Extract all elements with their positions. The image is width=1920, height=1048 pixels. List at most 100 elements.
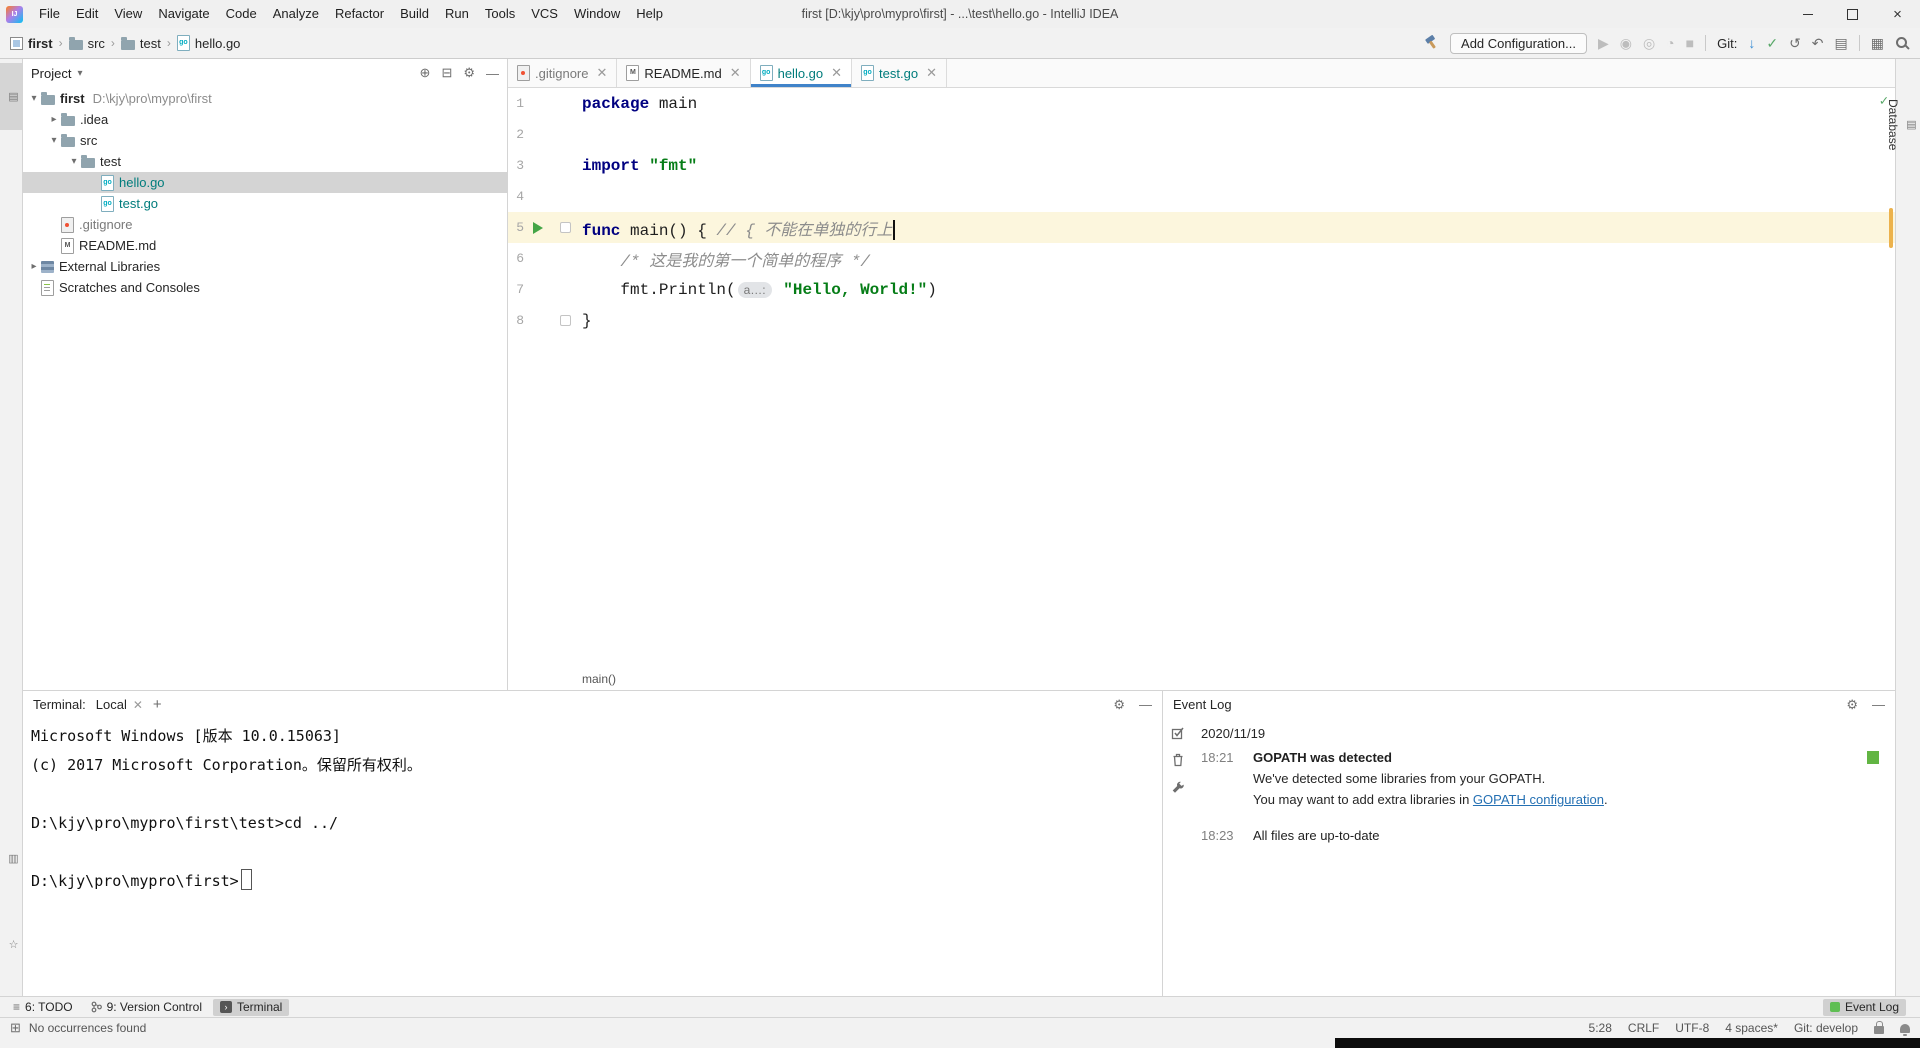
close-icon[interactable]: ✕ — [133, 698, 143, 712]
close-button[interactable]: × — [1875, 0, 1920, 28]
code-line-1[interactable]: 1 package main — [508, 88, 1895, 119]
editor-tab-gitignore[interactable]: .gitignore ✕ — [508, 59, 618, 87]
settings-gear-icon[interactable]: ⚙ — [1846, 697, 1858, 713]
tree-item-external-libraries[interactable]: ▸ External Libraries — [23, 256, 507, 277]
code-line-3[interactable]: 3 import "fmt" — [508, 150, 1895, 181]
layout-icon[interactable]: ▦ — [1871, 36, 1884, 50]
menu-refactor[interactable]: Refactor — [327, 0, 392, 28]
gopath-configuration-link[interactable]: GOPATH configuration — [1473, 792, 1604, 807]
git-rollback-icon[interactable]: ↶ — [1812, 36, 1824, 50]
tree-item-test[interactable]: ▾ test — [23, 151, 507, 172]
git-shelf-icon[interactable]: ▤ — [1835, 36, 1848, 50]
minimize-icon[interactable]: — — [1139, 697, 1152, 712]
tree-item-idea[interactable]: ▸ .idea — [23, 109, 507, 130]
tree-item-readme-md[interactable]: README.md — [23, 235, 507, 256]
settings-gear-icon[interactable]: ⚙ — [1113, 697, 1125, 713]
coverage-icon[interactable]: ◎ — [1643, 36, 1655, 50]
close-icon[interactable]: ✕ — [596, 65, 607, 81]
tool-window-button-terminal[interactable]: › Terminal — [212, 998, 290, 1016]
chevron-down-icon[interactable]: ▾ — [77, 68, 82, 79]
tool-stripe-button-2-favorites[interactable]: ☆ 2: Favorites — [0, 905, 22, 984]
profiler-icon[interactable]: ◔ — [1666, 36, 1674, 50]
chevron-collapsed-icon[interactable]: ▸ — [27, 261, 41, 272]
tool-window-button-6-todo[interactable]: ≡ 6: TODO — [6, 999, 80, 1016]
editor-tab-test-go[interactable]: go test.go ✕ — [852, 59, 947, 87]
readonly-lock-icon[interactable] — [1874, 1021, 1884, 1034]
tree-item-hello-go[interactable]: go hello.go — [23, 172, 507, 193]
settings-wrench-icon[interactable] — [1171, 780, 1185, 794]
menu-file[interactable]: File — [31, 0, 68, 28]
terminal-output[interactable]: Microsoft Windows [版本 10.0.15063] (c) 201… — [23, 718, 1162, 1000]
code-line-6[interactable]: 6 /* 这是我的第一个简单的程序 */ — [508, 243, 1895, 274]
clear-all-trash-icon[interactable] — [1171, 753, 1185, 767]
git-commit-icon[interactable]: ✓ — [1766, 36, 1778, 50]
tool-window-button-9-version-control[interactable]: 9: Version Control — [84, 999, 209, 1016]
file-encoding[interactable]: UTF-8 — [1675, 1021, 1709, 1035]
inspection-ok-icon[interactable]: ✓ — [1880, 93, 1888, 110]
tree-item-first[interactable]: ▾ first D:\kjy\pro\mypro\first — [23, 88, 507, 109]
breadcrumb-scope[interactable]: main() — [582, 672, 616, 686]
close-icon[interactable]: ✕ — [730, 65, 741, 81]
editor-tab-hello-go[interactable]: go hello.go ✕ — [750, 59, 853, 87]
chevron-expanded-icon[interactable]: ▾ — [47, 135, 61, 146]
build-hammer-icon[interactable] — [1423, 35, 1439, 51]
hide-panel-icon[interactable]: — — [486, 66, 499, 81]
git-branch[interactable]: Git: develop — [1794, 1021, 1858, 1035]
editor-pane[interactable]: 1 package main 2 3 import "fmt" 4 5 func main()… — [508, 88, 1895, 668]
tool-stripe-button-1-project[interactable]: ▤ 1: Project — [0, 63, 22, 130]
code-line-2[interactable]: 2 — [508, 119, 1895, 150]
line-separator[interactable]: CRLF — [1628, 1021, 1659, 1035]
menu-vcs[interactable]: VCS — [523, 0, 566, 28]
minimize-icon[interactable]: — — [1872, 697, 1885, 712]
terminal-tab-local[interactable]: Local ✕ — [96, 697, 143, 712]
scrollbar-change-marker[interactable] — [1889, 208, 1893, 248]
code-line-4[interactable]: 4 — [508, 181, 1895, 212]
minimize-button[interactable] — [1785, 0, 1830, 28]
breadcrumb-item-first[interactable]: first — [10, 36, 53, 51]
menu-navigate[interactable]: Navigate — [150, 0, 217, 28]
run-icon[interactable]: ▶ — [1598, 36, 1609, 50]
indent-style[interactable]: 4 spaces* — [1725, 1021, 1778, 1035]
code-line-8[interactable]: 8} — [508, 305, 1895, 336]
menu-build[interactable]: Build — [392, 0, 437, 28]
search-everywhere-icon[interactable] — [1895, 36, 1910, 51]
menu-run[interactable]: Run — [437, 0, 477, 28]
caret-position[interactable]: 5:28 — [1589, 1021, 1612, 1035]
add-configuration-button[interactable]: Add Configuration... — [1450, 32, 1587, 54]
tree-item-gitignore[interactable]: .gitignore — [23, 214, 507, 235]
maximize-button[interactable] — [1830, 0, 1875, 28]
close-icon[interactable]: ✕ — [926, 65, 937, 81]
chevron-expanded-icon[interactable]: ▾ — [67, 156, 81, 167]
tool-stripe-button-database[interactable]: ▤ Database — [1886, 91, 1920, 158]
code-line-5[interactable]: 5 func main() { // { 不能在单独的行上 — [508, 212, 1895, 243]
tool-stripe-button-7-structure[interactable]: ▥ 7: Structure — [0, 819, 22, 897]
menu-tools[interactable]: Tools — [477, 0, 523, 28]
collapse-all-icon[interactable]: ⊟ — [441, 65, 452, 81]
git-update-icon[interactable]: ↓ — [1748, 36, 1755, 50]
tool-window-button-event-log[interactable]: Event Log — [1822, 998, 1906, 1016]
locate-file-icon[interactable]: ⊕ — [420, 65, 431, 81]
close-icon[interactable]: ✕ — [831, 65, 842, 81]
code-line-7[interactable]: 7 fmt.Println(a…: "Hello, World!") — [508, 274, 1895, 305]
chevron-collapsed-icon[interactable]: ▸ — [47, 114, 61, 125]
new-session-icon[interactable]: + — [153, 696, 162, 713]
breadcrumb-item-test[interactable]: test — [120, 36, 161, 51]
project-panel-title[interactable]: Project — [31, 66, 71, 81]
settings-gear-icon[interactable]: ⚙ — [463, 65, 475, 81]
menu-view[interactable]: View — [106, 0, 150, 28]
chevron-expanded-icon[interactable]: ▾ — [27, 93, 41, 104]
tool-window-switcher-icon[interactable]: ⊞ — [10, 1020, 21, 1036]
breadcrumb-item-src[interactable]: src — [68, 36, 105, 51]
menu-window[interactable]: Window — [566, 0, 628, 28]
notifications-bell-icon[interactable] — [1900, 1023, 1910, 1036]
run-gutter-icon[interactable] — [524, 221, 552, 234]
menu-edit[interactable]: Edit — [68, 0, 106, 28]
mark-all-read-icon[interactable] — [1171, 726, 1185, 740]
stop-icon[interactable]: ■ — [1686, 36, 1694, 50]
breadcrumb-item-hello-go[interactable]: go hello.go — [176, 35, 240, 51]
tree-item-src[interactable]: ▾ src — [23, 130, 507, 151]
debug-icon[interactable]: ◉ — [1620, 36, 1632, 50]
menu-code[interactable]: Code — [218, 0, 265, 28]
tree-item-scratches-and-consoles[interactable]: Scratches and Consoles — [23, 277, 507, 298]
menu-analyze[interactable]: Analyze — [265, 0, 327, 28]
